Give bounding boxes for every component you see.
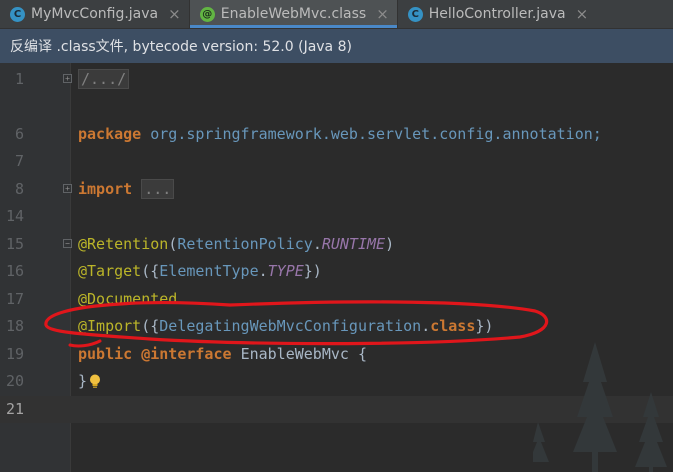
red-highlight-circle	[44, 300, 549, 348]
code-editor[interactable]: 1 + /.../ 6 package org.springframework.…	[0, 63, 673, 472]
close-icon[interactable]: ×	[376, 5, 389, 23]
info-text: 反编译 .class文件, bytecode version: 52.0 (Ja…	[10, 39, 352, 55]
annotation-icon: @	[199, 6, 215, 22]
tab-hellocontroller[interactable]: C HelloController.java ×	[398, 0, 596, 28]
class-icon: C	[10, 6, 25, 22]
editor-tab-bar: C MyMvcConfig.java × @ EnableWebMvc.clas…	[0, 0, 673, 29]
tab-label: HelloController.java	[428, 6, 566, 22]
tab-enablewebmvc[interactable]: @ EnableWebMvc.class ×	[189, 0, 397, 28]
class-icon: C	[407, 6, 423, 22]
tab-mymvcconfig[interactable]: C MyMvcConfig.java ×	[0, 0, 189, 28]
tab-label: MyMvcConfig.java	[31, 6, 159, 22]
tab-label: EnableWebMvc.class	[220, 6, 367, 22]
close-icon[interactable]: ×	[576, 5, 589, 23]
decompiled-info-bar: 反编译 .class文件, bytecode version: 52.0 (Ja…	[0, 29, 673, 63]
close-icon[interactable]: ×	[168, 5, 181, 23]
